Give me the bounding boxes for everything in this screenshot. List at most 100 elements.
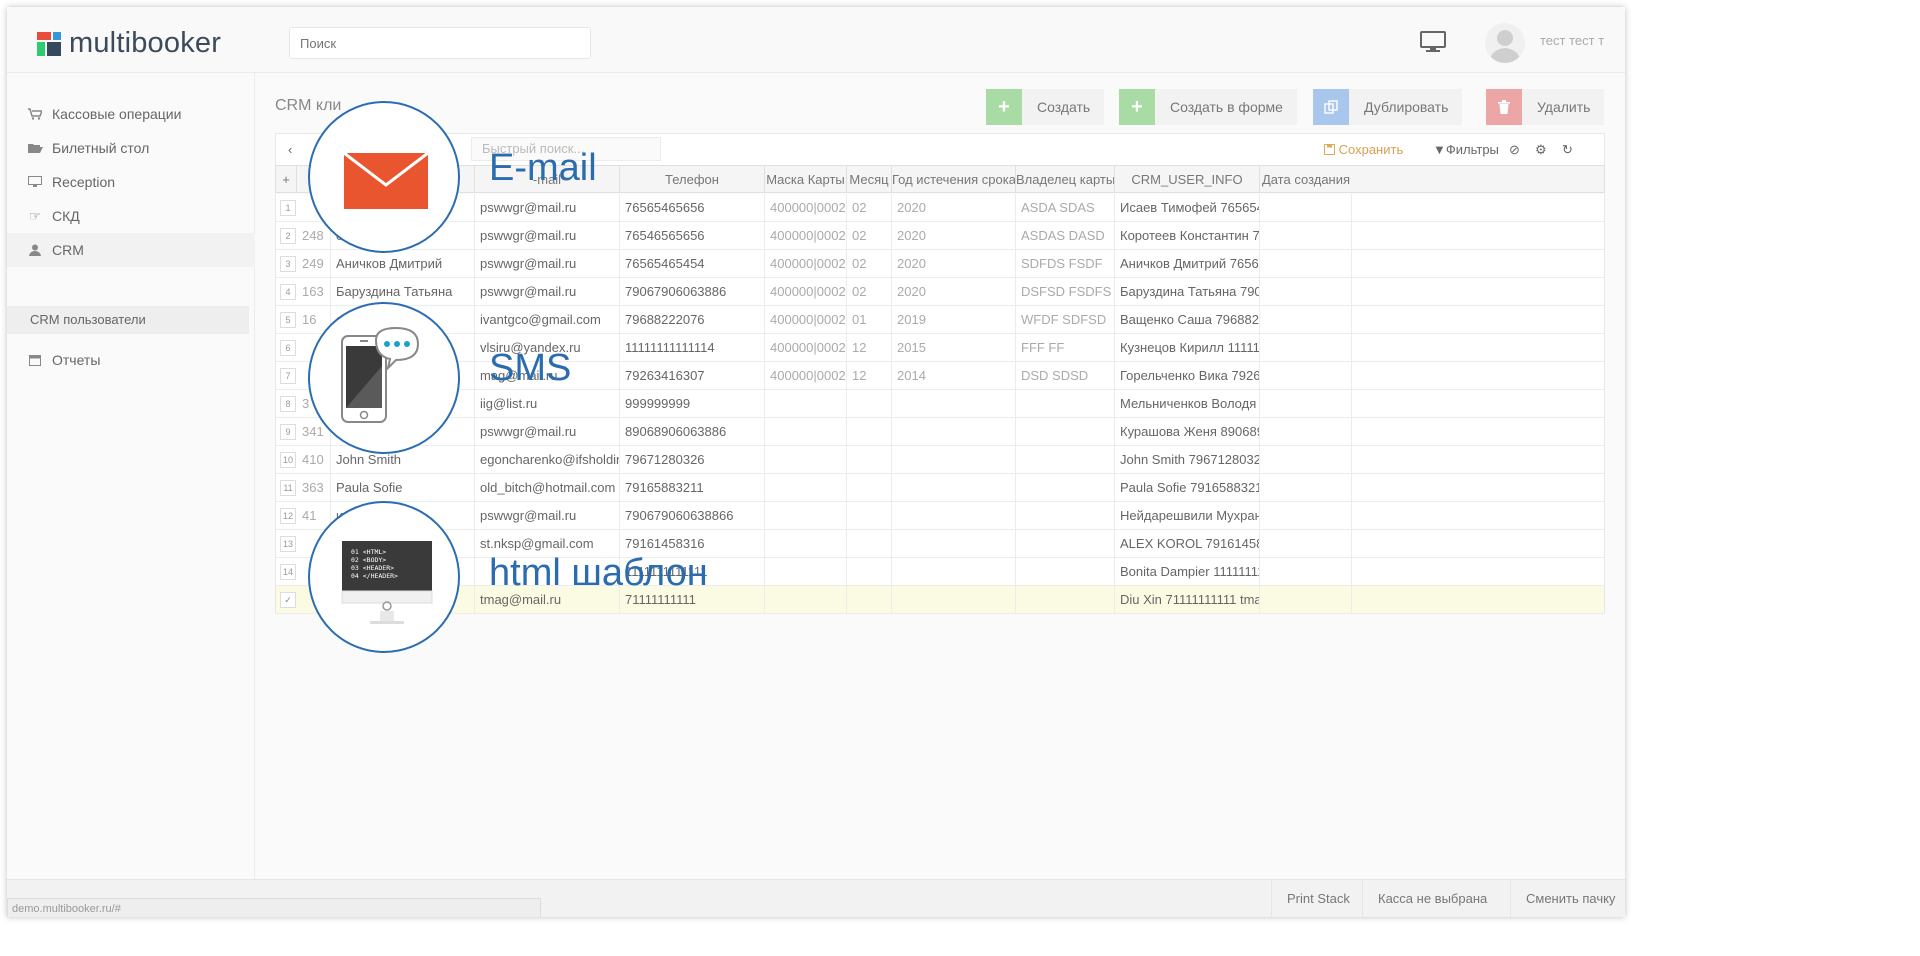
cell-crm-user-info[interactable]: Баруздина Татьяна 790679	[1115, 278, 1260, 306]
cell-created-date[interactable]	[1260, 306, 1352, 334]
cell-crm-user-info[interactable]: Мельниченков Володя 999	[1115, 390, 1260, 418]
cell-expiry-year[interactable]	[892, 446, 1016, 474]
table-row[interactable]: 9341еняpswwgr@mail.ru89068906063886Кураш…	[275, 418, 1605, 446]
cell-card-owner[interactable]	[1016, 390, 1115, 418]
cell-month[interactable]: 12	[847, 362, 892, 390]
sidebar-item-skd[interactable]: ☞ СКД	[7, 199, 255, 233]
table-row[interactable]: 516аivantgco@gmail.com79688222076400000|…	[275, 306, 1605, 334]
cell-crm-user-info[interactable]: Коротеев Константин 76546	[1115, 222, 1260, 250]
cell-crm-user-info[interactable]: John Smith 79671280326 eg	[1115, 446, 1260, 474]
cell-id[interactable]: 363	[297, 474, 331, 502]
row-number[interactable]: 14	[280, 564, 296, 580]
cell-card-owner[interactable]	[1016, 418, 1115, 446]
row-number[interactable]: 12	[280, 508, 296, 524]
row-number[interactable]: 13	[280, 536, 296, 552]
table-row[interactable]: 2248онстантинpswwgr@mail.ru7654656565640…	[275, 222, 1605, 250]
cell-card-owner[interactable]	[1016, 558, 1115, 586]
cell-card-mask[interactable]	[765, 558, 847, 586]
cell-phone[interactable]: 79263416307	[620, 362, 765, 390]
cell-month[interactable]	[847, 558, 892, 586]
cell-created-date[interactable]	[1260, 250, 1352, 278]
cell-created-date[interactable]	[1260, 278, 1352, 306]
cell-month[interactable]	[847, 390, 892, 418]
cell-created-date[interactable]	[1260, 586, 1352, 614]
table-row[interactable]: 14 1111111111111 Bonita Dampier 111111111	[275, 558, 1605, 586]
cell-expiry-year[interactable]	[892, 418, 1016, 446]
cell-created-date[interactable]	[1260, 502, 1352, 530]
cell-phone[interactable]: 76565465656	[620, 194, 765, 222]
table-row[interactable]: 10410John Smithegoncharenko@ifsholding.c…	[275, 446, 1605, 474]
cell-month[interactable]: 02	[847, 222, 892, 250]
create-in-form-button[interactable]: + Создать в форме	[1119, 89, 1297, 125]
cell-email[interactable]: pswwgr@mail.ru	[475, 194, 620, 222]
cell-card-mask[interactable]: 400000|0002	[765, 222, 847, 250]
cell-phone[interactable]: 11111111111114	[620, 334, 765, 362]
cell-card-owner[interactable]	[1016, 502, 1115, 530]
table-row[interactable]: 6лvlsiru@yandex.ru11111111111114400000|0…	[275, 334, 1605, 362]
cell-crm-user-info[interactable]: Ващенко Саша 796882220	[1115, 306, 1260, 334]
cell-card-mask[interactable]	[765, 502, 847, 530]
cell-expiry-year[interactable]	[892, 586, 1016, 614]
cell-phone[interactable]: 76565465454	[620, 250, 765, 278]
cell-phone[interactable]: 79688222076	[620, 306, 765, 334]
row-number[interactable]: 11	[280, 480, 296, 496]
cell-crm-user-info[interactable]: Исаев Тимофей 76565465656	[1115, 194, 1260, 222]
cell-created-date[interactable]	[1260, 558, 1352, 586]
row-number[interactable]: 3	[280, 256, 296, 272]
table-row[interactable]: ✓ tmag@mail.ru 71111111111 Diu Xin 71111111…	[275, 586, 1605, 614]
row-number[interactable]: 1	[280, 200, 296, 216]
cell-email[interactable]: pswwgr@mail.ru	[475, 250, 620, 278]
cell-phone[interactable]: 790679060638866	[620, 502, 765, 530]
cell-email[interactable]: pswwgr@mail.ru	[475, 222, 620, 250]
cell-expiry-year[interactable]	[892, 474, 1016, 502]
cell-email[interactable]: egoncharenko@ifsholding.c	[475, 446, 620, 474]
column-header-card-owner[interactable]: Владелец карты	[1016, 166, 1115, 193]
sidebar-subitem-crm-users[interactable]: CRM пользователи	[7, 306, 249, 334]
cell-phone[interactable]: 79671280326	[620, 446, 765, 474]
cell-month[interactable]: 02	[847, 278, 892, 306]
cell-card-mask[interactable]: 400000|0002	[765, 194, 847, 222]
cell-card-mask[interactable]	[765, 446, 847, 474]
cell-card-owner[interactable]	[1016, 474, 1115, 502]
cell-email[interactable]: old_bitch@hotmail.com	[475, 474, 620, 502]
cell-card-mask[interactable]	[765, 474, 847, 502]
chevron-left-icon[interactable]: ‹	[288, 142, 302, 157]
ban-icon[interactable]: ⊘	[1509, 142, 1523, 157]
cell-expiry-year[interactable]: 2014	[892, 362, 1016, 390]
cell-expiry-year[interactable]: 2015	[892, 334, 1016, 362]
cell-created-date[interactable]	[1260, 334, 1352, 362]
table-row[interactable]: 4 163 Баруздина Татьяна pswwgr@mail.ru 79067…	[275, 278, 1605, 306]
cell-expiry-year[interactable]: 2019	[892, 306, 1016, 334]
cell-expiry-year[interactable]	[892, 390, 1016, 418]
cell-created-date[interactable]	[1260, 362, 1352, 390]
column-header-card-mask[interactable]: Маска Карты	[765, 166, 847, 193]
cell-card-mask[interactable]: 400000|0002	[765, 278, 847, 306]
cell-expiry-year[interactable]: 2020	[892, 194, 1016, 222]
cell-crm-user-info[interactable]: Горельченко Вика 792634	[1115, 362, 1260, 390]
cell-card-owner[interactable]: DSD SDSD	[1016, 362, 1115, 390]
cashbox-status-button[interactable]: Касса не выбрана	[1362, 880, 1502, 917]
cell-created-date[interactable]	[1260, 474, 1352, 502]
cell-crm-user-info[interactable]: Diu Xin 71111111111 tmag	[1115, 586, 1260, 614]
cell-name[interactable]: Баруздина Татьяна	[331, 278, 475, 306]
cell-created-date[interactable]	[1260, 222, 1352, 250]
column-header-crm-user-info[interactable]: CRM_USER_INFO	[1115, 166, 1260, 193]
cell-crm-user-info[interactable]: Bonita Dampier 111111111	[1115, 558, 1260, 586]
sidebar-item-cash-operations[interactable]: Кассовые операции	[7, 97, 255, 131]
search-input[interactable]	[289, 27, 591, 59]
cell-crm-user-info[interactable]: ALEX KOROL 79161458316 s	[1115, 530, 1260, 558]
cell-card-mask[interactable]: 400000|0002	[765, 334, 847, 362]
cell-crm-user-info[interactable]: Кузнецов Кирилл 1111111	[1115, 334, 1260, 362]
column-header-expiry-year[interactable]: Год истечения срока	[892, 166, 1016, 193]
table-row[interactable]: 83Володяiig@list.ru999999999Мельниченков…	[275, 390, 1605, 418]
cell-created-date[interactable]	[1260, 446, 1352, 474]
row-number[interactable]: 7	[280, 368, 296, 384]
table-row[interactable]: 1241и Мухранpswwgr@mail.ru79067906063886…	[275, 502, 1605, 530]
cell-created-date[interactable]	[1260, 390, 1352, 418]
cell-name[interactable]: Paula Sofie	[331, 474, 475, 502]
cell-month[interactable]: 12	[847, 334, 892, 362]
cell-card-owner[interactable]	[1016, 446, 1115, 474]
row-number[interactable]: 10	[280, 452, 296, 468]
row-number[interactable]: 2	[280, 228, 296, 244]
monitor-icon[interactable]	[1420, 31, 1446, 53]
